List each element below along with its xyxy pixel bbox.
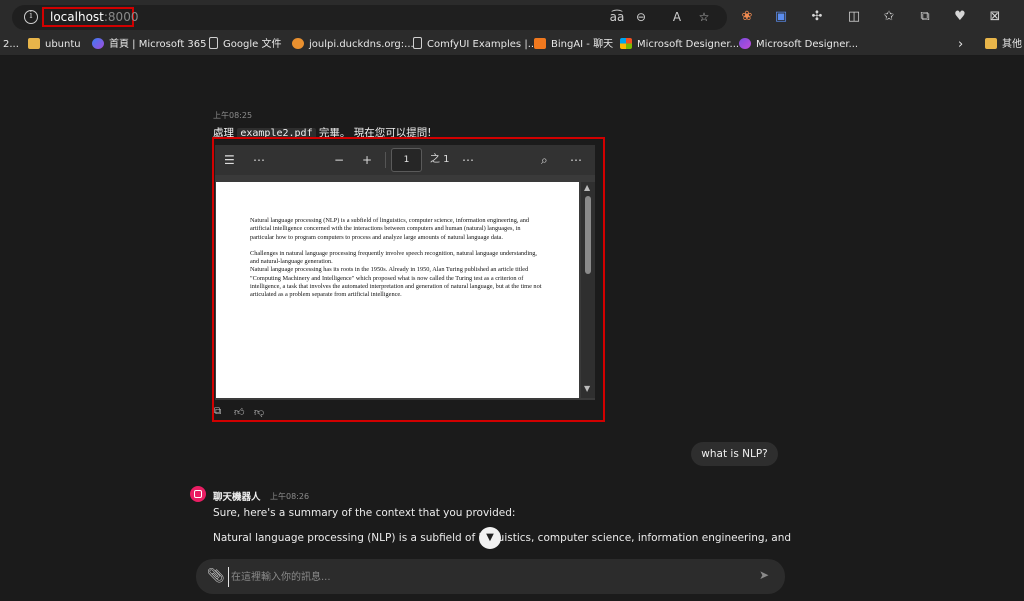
screenshot-icon[interactable]: ⊠ xyxy=(986,8,1004,26)
bookmark-item[interactable]: ComfyUI Examples |... xyxy=(413,37,537,53)
paperclip-icon[interactable]: 📎︎ xyxy=(207,568,225,584)
bookmark-item[interactable]: joulpi.duckdns.org:... xyxy=(292,37,414,53)
message-composer: 📎︎ ➤ xyxy=(196,559,785,594)
extension-icon[interactable]: ❀ xyxy=(738,8,756,26)
bot-message-line: Natural language processing (NLP) is a s… xyxy=(213,532,792,544)
bookmark-item[interactable]: Google 文件 xyxy=(209,37,281,53)
document-icon xyxy=(413,37,422,49)
browser-toolbar: i localhost:8000 a͡a ⊖ A ☆ ❀ ▣ ✣ ◫ ✩ ⧉ ♥… xyxy=(0,0,1024,34)
site-icon xyxy=(292,38,304,49)
bot-message-line: Sure, here's a summary of the context th… xyxy=(213,507,516,519)
copy-icon[interactable]: ⧉ xyxy=(214,406,221,417)
split-screen-icon[interactable]: ◫ xyxy=(845,8,863,26)
m365-icon xyxy=(92,38,104,49)
bookmark-item[interactable]: 2... xyxy=(3,37,19,53)
heart-icon[interactable]: ♥ xyxy=(951,8,969,26)
puzzle-icon[interactable]: ✣ xyxy=(808,8,826,26)
bookmark-item[interactable]: Microsoft Designer... xyxy=(620,37,739,53)
bot-avatar-icon xyxy=(194,490,202,498)
chevron-down-icon: ▼ xyxy=(486,532,494,543)
thumbs-down-icon[interactable]: 👎︎ xyxy=(254,406,264,418)
pdf-highlight-frame xyxy=(212,137,605,422)
read-aloud-icon[interactable]: a͡a xyxy=(609,10,625,24)
bookmark-item[interactable]: 首頁 | Microsoft 365 xyxy=(92,37,207,53)
document-icon xyxy=(209,37,218,49)
bot-name: 聊天機器人 xyxy=(213,492,261,503)
address-bar[interactable]: i localhost:8000 a͡a ⊖ A ☆ xyxy=(12,5,727,30)
favorite-star-icon[interactable]: ☆ xyxy=(696,10,712,24)
chat-input[interactable] xyxy=(228,567,748,587)
folder-icon xyxy=(28,38,40,49)
bookmarks-more-chevron-icon[interactable]: › xyxy=(958,37,963,53)
translate-icon[interactable]: ▣ xyxy=(772,8,790,26)
immersive-reader-icon[interactable]: A xyxy=(669,10,685,24)
microsoft-icon xyxy=(620,38,632,49)
bookmarks-bar: 2... ubuntu 首頁 | Microsoft 365 Google 文件… xyxy=(0,34,1024,56)
scroll-to-bottom-button[interactable]: ▼ xyxy=(479,527,501,549)
bot-timestamp: 上午08:26 xyxy=(270,492,310,501)
user-message-bubble: what is NLP? xyxy=(691,442,778,466)
bookmark-other-folder[interactable]: 其他 xyxy=(985,37,1022,53)
bot-avatar xyxy=(190,486,206,502)
favorites-icon[interactable]: ✩ xyxy=(880,8,898,26)
url-highlight: localhost:8000 xyxy=(42,7,138,27)
designer-icon xyxy=(739,38,751,49)
folder-icon xyxy=(985,38,997,49)
bookmark-item[interactable]: BingAI - 聊天 xyxy=(534,37,613,53)
bookmark-item[interactable]: ubuntu xyxy=(28,37,81,53)
collections-icon[interactable]: ⧉ xyxy=(916,8,934,26)
send-icon[interactable]: ➤ xyxy=(759,568,769,582)
zoom-out-icon[interactable]: ⊖ xyxy=(633,10,649,24)
bookmark-item[interactable]: Microsoft Designer... xyxy=(739,37,858,53)
thumbs-up-icon[interactable]: 👍︎ xyxy=(234,406,244,418)
site-info-icon[interactable]: i xyxy=(24,10,38,24)
bing-icon xyxy=(534,38,546,49)
message-timestamp: 上午08:25 xyxy=(213,111,253,120)
url-text[interactable]: localhost:8000 xyxy=(50,10,138,24)
